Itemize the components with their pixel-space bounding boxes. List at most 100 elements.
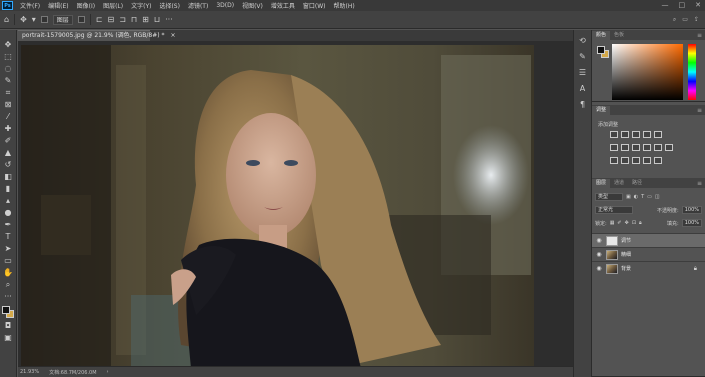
portrait-photo[interactable] — [21, 45, 534, 368]
move-tool-icon[interactable]: ✥ — [3, 40, 14, 49]
zoom-tool-icon[interactable]: ⌕ — [3, 280, 14, 289]
foreground-color-swatch[interactable] — [2, 306, 10, 314]
brush-tool-icon[interactable]: ✐ — [3, 136, 14, 145]
menu-layer[interactable]: 图层(L) — [99, 1, 127, 10]
foreground-color-swatch[interactable] — [597, 46, 605, 54]
layer-name[interactable]: 调节 — [621, 237, 631, 244]
paragraph-icon[interactable]: ¶ — [580, 100, 585, 109]
quick-select-tool-icon[interactable]: ✎ — [3, 76, 14, 85]
filter-type-icon[interactable]: T — [641, 194, 644, 200]
menu-window[interactable]: 窗口(W) — [299, 1, 330, 10]
channel-mixer-icon[interactable] — [654, 144, 662, 151]
menu-3d[interactable]: 3D(D) — [212, 2, 238, 9]
quick-mask-icon[interactable]: ◘ — [3, 321, 14, 330]
path-select-tool-icon[interactable]: ➤ — [3, 244, 14, 253]
maximize-button[interactable]: □ — [679, 0, 686, 11]
layer-row[interactable]: ◉ 调节 — [592, 233, 705, 247]
fill-input[interactable]: 100% — [681, 219, 702, 227]
hue-slider[interactable] — [688, 44, 696, 100]
healing-brush-tool-icon[interactable]: ✚ — [3, 124, 14, 133]
menu-select[interactable]: 选择(S) — [155, 1, 184, 10]
tab-channels[interactable]: 通道 — [610, 179, 628, 188]
align-left-icon[interactable]: ⊏ — [96, 15, 103, 24]
history-icon[interactable]: ⟲ — [579, 36, 586, 45]
clone-stamp-tool-icon[interactable]: ▲ — [3, 148, 14, 157]
history-brush-tool-icon[interactable]: ↺ — [3, 160, 14, 169]
panel-menu-icon[interactable]: ≡ — [697, 106, 702, 115]
lock-artboard-icon[interactable]: ⊡ — [632, 220, 636, 226]
blend-mode-dropdown[interactable]: 正常光 — [595, 206, 633, 214]
menu-file[interactable]: 文件(F) — [16, 1, 44, 10]
black-white-icon[interactable] — [632, 144, 640, 151]
invert-icon[interactable] — [610, 157, 618, 164]
menu-edit[interactable]: 编辑(E) — [44, 1, 72, 10]
menu-plugins[interactable]: 增效工具 — [267, 1, 299, 10]
marquee-tool-icon[interactable]: ⬚ — [3, 52, 14, 61]
color-balance-icon[interactable] — [621, 144, 629, 151]
menu-filter[interactable]: 滤镜(T) — [184, 1, 212, 10]
hue-saturation-icon[interactable] — [610, 144, 618, 151]
workspace-icon[interactable]: ▭ — [682, 16, 688, 24]
eye-icon[interactable]: ◉ — [595, 251, 603, 258]
close-window-button[interactable]: ✕ — [695, 0, 701, 11]
menu-type[interactable]: 文字(Y) — [127, 1, 155, 10]
document-tab[interactable]: portrait-1579005.jpg @ 21.9% (调色, RGB/8#… — [18, 30, 175, 41]
lock-position-icon[interactable]: ✥ — [625, 220, 629, 226]
zoom-level[interactable]: 21.93% — [20, 369, 39, 375]
menu-view[interactable]: 视图(V) — [238, 1, 267, 10]
color-picker-field[interactable] — [612, 44, 683, 100]
pen-tool-icon[interactable]: ✒ — [3, 220, 14, 229]
threshold-icon[interactable] — [632, 157, 640, 164]
filter-smart-icon[interactable]: ◫ — [655, 194, 660, 200]
lasso-tool-icon[interactable]: ◌ — [3, 64, 14, 73]
screen-mode-icon[interactable]: ▣ — [3, 333, 14, 342]
tab-paths[interactable]: 路径 — [628, 179, 646, 188]
type-tool-icon[interactable]: T — [3, 232, 14, 241]
panel-menu-icon[interactable]: ≡ — [697, 31, 702, 40]
canvas-area[interactable] — [18, 41, 573, 368]
dodge-tool-icon[interactable]: ● — [3, 208, 14, 217]
layer-filter-kind-dropdown[interactable]: 类型 — [595, 193, 623, 201]
more-options-icon[interactable]: ··· — [165, 15, 173, 24]
document-info[interactable]: 文档:68.7M/206.0M — [49, 369, 96, 376]
layer-row[interactable]: ◉ 精细 — [592, 247, 705, 261]
close-tab-icon[interactable]: × — [170, 32, 175, 39]
lock-image-icon[interactable]: ✐ — [617, 220, 621, 226]
filter-shape-icon[interactable]: ▭ — [647, 194, 652, 200]
properties-icon[interactable]: ☰ — [579, 68, 586, 77]
move-tool-icon[interactable]: ✥ — [20, 15, 27, 24]
curves-icon[interactable] — [632, 131, 640, 138]
tab-adjustments[interactable]: 调整 — [592, 106, 611, 115]
share-icon[interactable]: ⇪ — [694, 16, 699, 24]
auto-select-checkbox[interactable] — [40, 16, 48, 23]
gradient-tool-icon[interactable]: ▮ — [3, 184, 14, 193]
eraser-tool-icon[interactable]: ◧ — [3, 172, 14, 181]
photo-filter-icon[interactable] — [643, 144, 651, 151]
eye-icon[interactable]: ◉ — [595, 237, 603, 244]
tab-swatches[interactable]: 色板 — [610, 31, 628, 40]
blur-tool-icon[interactable]: ▴ — [3, 196, 14, 205]
menu-help[interactable]: 帮助(H) — [330, 1, 359, 10]
lock-transparent-icon[interactable]: ▦ — [610, 220, 615, 226]
more-tools-icon[interactable]: ··· — [3, 292, 14, 301]
posterize-icon[interactable] — [621, 157, 629, 164]
rectangle-tool-icon[interactable]: ▭ — [3, 256, 14, 265]
brightness-contrast-icon[interactable] — [610, 131, 618, 138]
eye-icon[interactable]: ◉ — [595, 265, 603, 272]
eyedropper-tool-icon[interactable]: ⁄ — [3, 112, 14, 121]
align-right-icon[interactable]: ⊐ — [119, 15, 126, 24]
show-transform-checkbox[interactable] — [77, 16, 85, 23]
minimize-button[interactable]: — — [662, 0, 669, 11]
frame-tool-icon[interactable]: ⊠ — [3, 100, 14, 109]
opacity-input[interactable]: 100% — [681, 206, 702, 214]
exposure-icon[interactable] — [643, 131, 651, 138]
home-icon[interactable]: ⌂ — [4, 15, 9, 24]
chevron-right-icon[interactable]: › — [107, 369, 109, 375]
gradient-map-icon[interactable] — [643, 157, 651, 164]
align-bottom-icon[interactable]: ⊔ — [154, 15, 160, 24]
character-icon[interactable]: A — [580, 84, 585, 93]
lock-all-icon[interactable]: 🔒︎ — [639, 220, 642, 226]
panel-menu-icon[interactable]: ≡ — [697, 179, 702, 188]
chevron-down-icon[interactable]: ▾ — [32, 15, 36, 24]
brush-settings-icon[interactable]: ✎ — [579, 52, 586, 61]
